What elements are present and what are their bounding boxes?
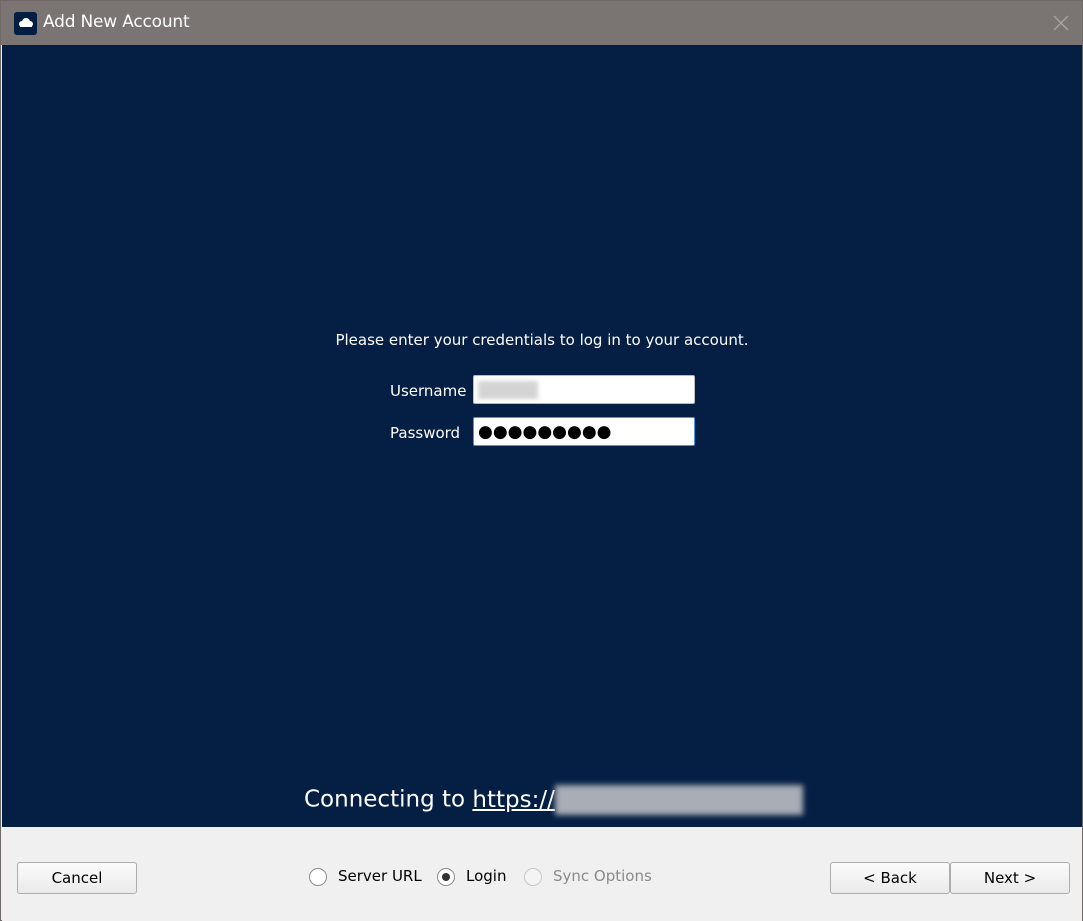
username-label: Username — [390, 382, 467, 400]
redacted-server-host — [554, 785, 803, 815]
cloud-icon — [14, 12, 37, 35]
wizard-footer: Cancel Server URL Login Sync Options < B… — [2, 827, 1082, 921]
step-login-radio[interactable] — [437, 868, 455, 886]
password-mask: ●●●●●●●●● — [478, 422, 612, 442]
redacted-username — [478, 381, 538, 399]
server-url-scheme: https:// — [472, 786, 555, 813]
close-button[interactable] — [1036, 1, 1082, 45]
connecting-prefix: Connecting to — [304, 786, 473, 813]
close-icon — [1053, 15, 1069, 31]
server-url-link[interactable]: https:// — [472, 785, 803, 815]
step-server-url-radio[interactable] — [309, 868, 327, 886]
window-title: Add New Account — [43, 12, 190, 32]
step-server-url-label: Server URL — [338, 867, 422, 885]
back-button[interactable]: < Back — [830, 862, 950, 894]
step-login-label: Login — [466, 867, 507, 885]
add-account-dialog: Add New Account Please enter your creden… — [0, 0, 1083, 921]
login-page: Please enter your credentials to log in … — [2, 45, 1082, 827]
connecting-to-text: Connecting to https:// — [304, 785, 803, 815]
step-sync-options-radio — [524, 868, 542, 886]
cancel-button[interactable]: Cancel — [17, 862, 137, 894]
username-field[interactable] — [473, 375, 695, 404]
title-bar: Add New Account — [1, 1, 1082, 45]
password-label: Password — [390, 424, 461, 442]
password-field[interactable]: ●●●●●●●●● — [473, 417, 695, 446]
step-sync-options-label: Sync Options — [553, 867, 652, 885]
next-button[interactable]: Next > — [950, 862, 1070, 894]
instructions-text: Please enter your credentials to log in … — [335, 331, 749, 349]
